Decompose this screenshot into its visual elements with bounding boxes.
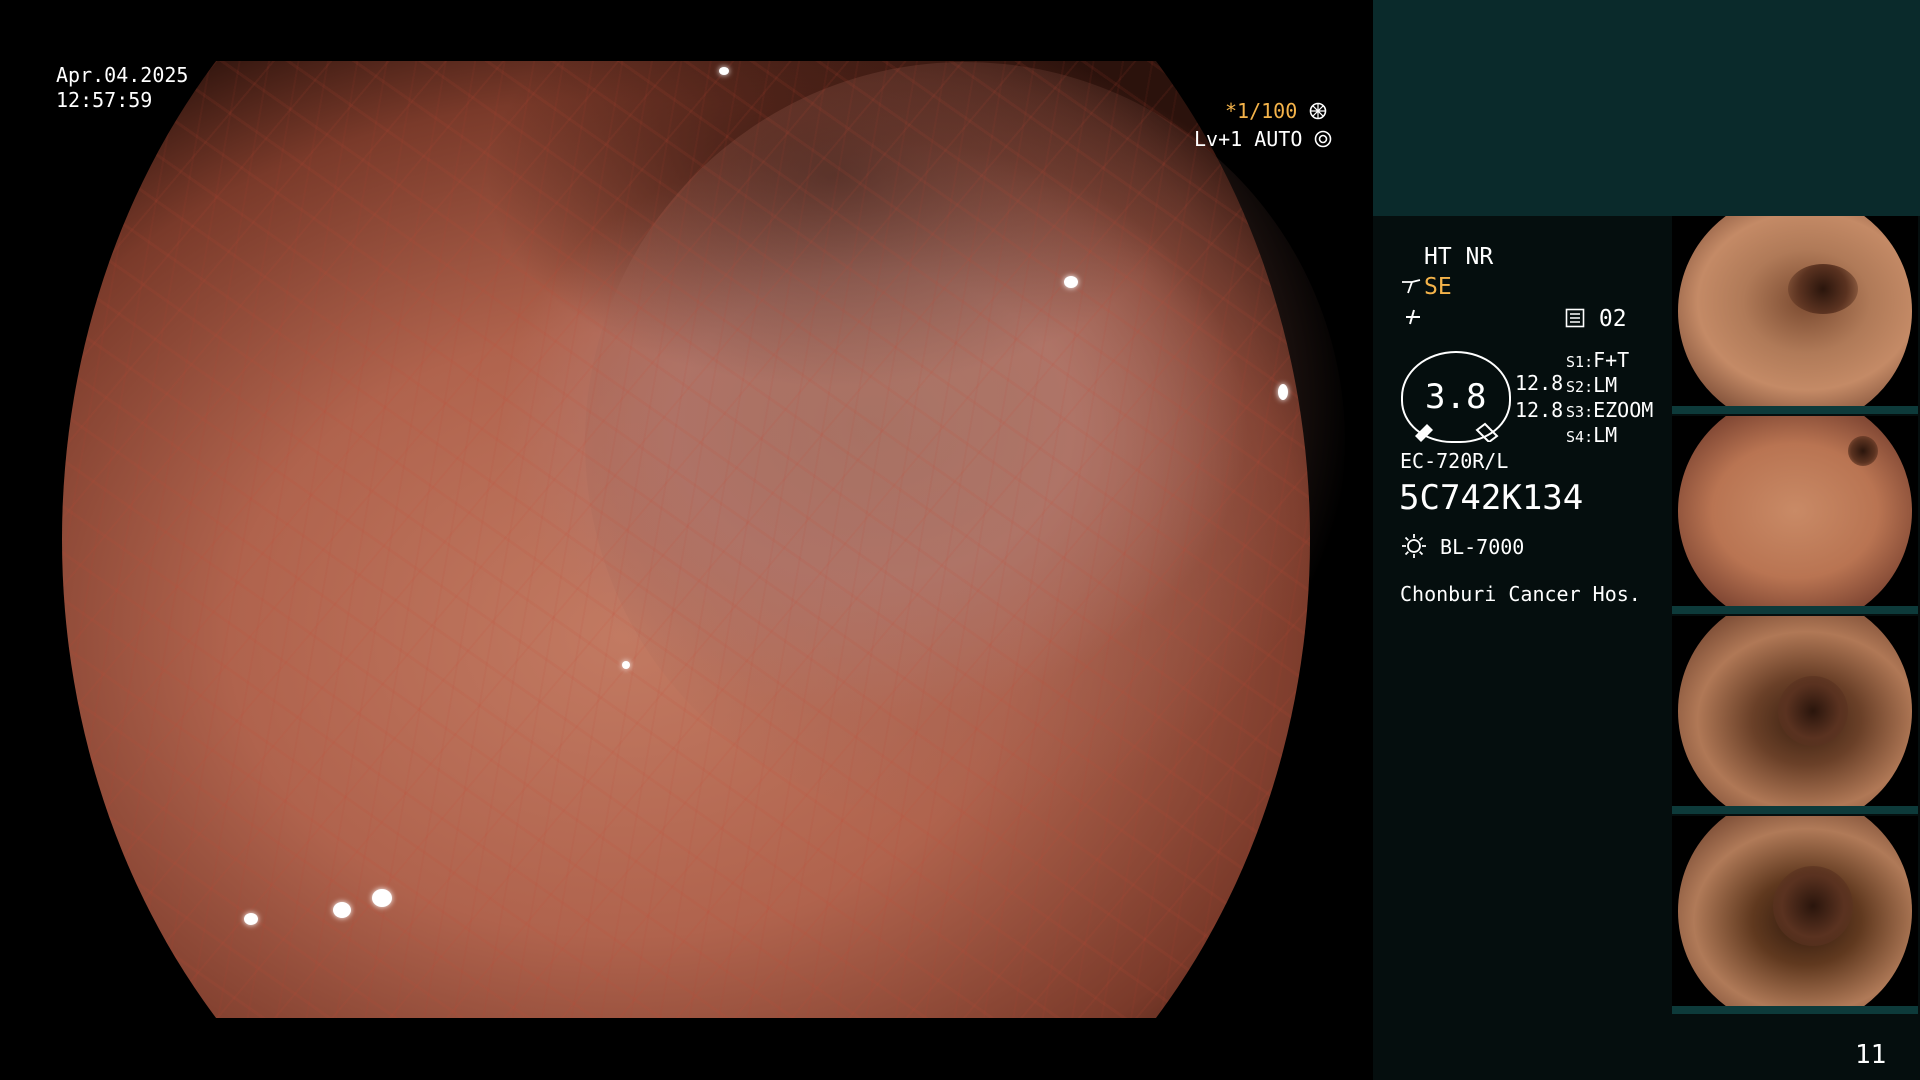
thumbnail-image [1678, 416, 1912, 606]
hospital-name: Chonburi Cancer Hos. [1400, 582, 1641, 606]
structure-enhance-value: SE [1424, 274, 1452, 300]
memo-icon [1565, 308, 1585, 328]
light-reflection [719, 67, 729, 75]
switch-key: S2 [1566, 378, 1585, 396]
switch-value: F+T [1593, 348, 1630, 372]
light-reflection [1064, 276, 1078, 288]
thumbnail-3[interactable] [1672, 616, 1918, 814]
shutter-readout: *1/100 [1225, 99, 1327, 124]
gauge-markers [1415, 422, 1499, 442]
switch-s4: S4:LM [1566, 423, 1618, 447]
endoscopic-image [62, 61, 1310, 1018]
iris-icon [1315, 130, 1332, 148]
lumen [1773, 866, 1853, 946]
scale-value-2: 12.8 [1515, 398, 1564, 422]
light-source-icon [1402, 534, 1426, 558]
structure-enhance-icon [1402, 279, 1421, 294]
thumbnail-image [1678, 216, 1912, 406]
light-source-value: BL-7000 [1440, 535, 1525, 559]
light-reflection [622, 661, 630, 669]
aperture-icon [1309, 102, 1327, 120]
thumbnail-2[interactable] [1672, 416, 1918, 614]
shutter-value: *1/100 [1225, 99, 1298, 123]
thumbnail-1[interactable] [1672, 216, 1918, 414]
switch-key: S1 [1566, 353, 1585, 371]
switch-key: S4 [1566, 428, 1585, 446]
switch-value: LM [1593, 373, 1618, 397]
switch-s3: S3:EZOOM [1566, 398, 1654, 422]
light-source-row: BL-7000 [1400, 532, 1524, 560]
info-panel-header [1373, 0, 1920, 216]
switch-s2: S2:LM [1566, 373, 1618, 397]
lumen [1778, 676, 1848, 746]
switch-value: LM [1593, 423, 1618, 447]
structure-enhance-row: SE [1400, 275, 1452, 300]
switch-s1: S1:F+T [1566, 348, 1630, 372]
memo-row: 02 [1565, 307, 1627, 332]
date-label: Apr.04.2025 [56, 63, 189, 87]
memo-value: 02 [1598, 306, 1627, 332]
lumen [1848, 436, 1878, 466]
page-number: 11 [1855, 1040, 1887, 1070]
switch-key: S3 [1566, 403, 1585, 421]
light-reflection [244, 913, 258, 925]
light-reflection [372, 889, 392, 907]
time-label: 12:57:59 [56, 88, 153, 112]
scale-value-1: 12.8 [1515, 371, 1564, 395]
thumbnail-image [1678, 816, 1912, 1006]
switch-value: EZOOM [1593, 398, 1654, 422]
thumbnail-image [1678, 616, 1912, 806]
mode-label: HT NR [1424, 244, 1494, 270]
color-enhance-icon [1406, 309, 1420, 325]
level-value: Lv+1 AUTO [1194, 127, 1303, 151]
light-reflection [333, 902, 351, 918]
lumen [1788, 264, 1858, 314]
light-reflection [1278, 384, 1288, 400]
level-readout: Lv+1 AUTO [1194, 127, 1332, 152]
scope-model: EC-720R/L [1400, 449, 1509, 473]
color-enhance-row [1402, 307, 1424, 331]
scope-serial: 5C742K134 [1399, 478, 1584, 518]
gauge-value: 3.8 [1425, 377, 1487, 417]
thumbnail-4[interactable] [1672, 816, 1918, 1014]
